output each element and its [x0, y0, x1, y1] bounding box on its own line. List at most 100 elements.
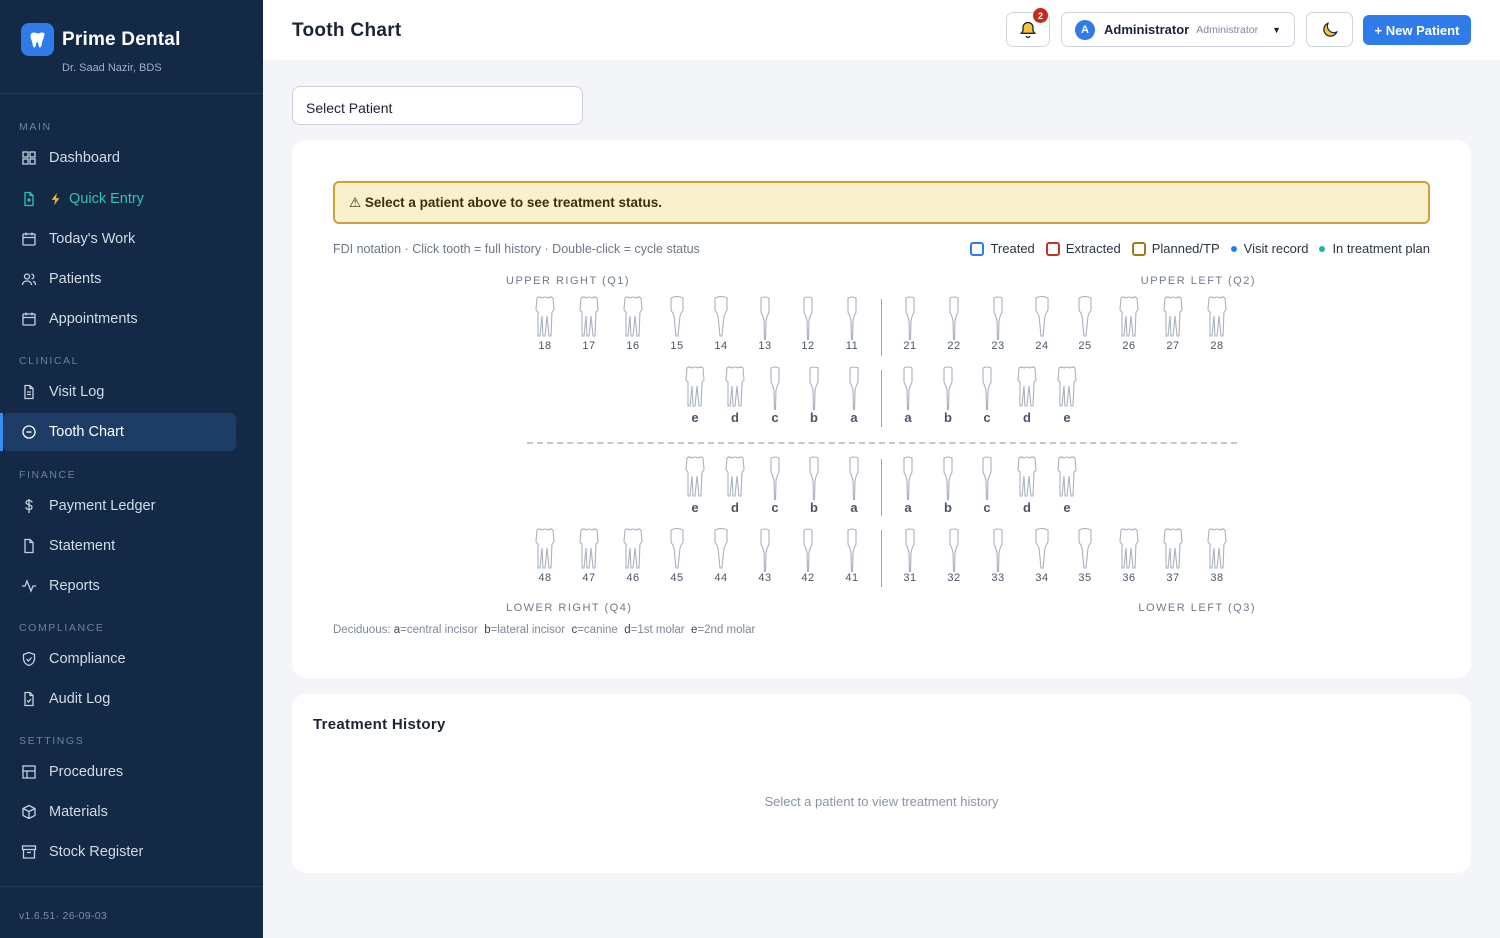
- sidebar-item-procedures[interactable]: Procedures: [3, 753, 236, 791]
- sidebar-item-compliance[interactable]: Compliance: [3, 640, 236, 678]
- user-name: Administrator: [1104, 22, 1190, 37]
- tooth-label: a: [904, 410, 912, 425]
- tooth-12[interactable]: 12: [793, 296, 823, 352]
- deciduous-lower-left-e[interactable]: e: [1052, 456, 1082, 515]
- tooth-22[interactable]: 22: [939, 296, 969, 352]
- sidebar-item-dashboard[interactable]: Dashboard: [3, 139, 236, 177]
- tooth-label: 16: [626, 340, 640, 352]
- tooth-43[interactable]: 43: [750, 528, 780, 584]
- midline-lower-deciduous: [881, 459, 882, 516]
- tooth-11[interactable]: 11: [837, 296, 867, 352]
- sidebar-item-stock-register[interactable]: Stock Register: [3, 833, 236, 871]
- deciduous-upper-left-b[interactable]: b: [933, 366, 963, 425]
- shield-icon: [22, 651, 36, 667]
- tooth-label: 31: [903, 572, 917, 584]
- tooth-15[interactable]: 15: [662, 296, 692, 352]
- tooth-25[interactable]: 25: [1070, 296, 1100, 352]
- tooth-34[interactable]: 34: [1027, 528, 1057, 584]
- tooth-48[interactable]: 48: [530, 528, 560, 584]
- deciduous-upper-right-d[interactable]: d: [720, 366, 750, 425]
- legend-treated: Treated: [970, 241, 1035, 256]
- deciduous-upper-left-c[interactable]: c: [972, 366, 1002, 425]
- deciduous-lower-right-b[interactable]: b: [799, 456, 829, 515]
- calendar-icon: [22, 312, 36, 326]
- document-icon: [24, 384, 34, 400]
- tooth-27[interactable]: 27: [1158, 296, 1188, 352]
- tooth-icon: [720, 456, 750, 500]
- layout-icon: [22, 765, 36, 779]
- tooth-24[interactable]: 24: [1027, 296, 1057, 352]
- sidebar-item-todays-work[interactable]: Today's Work: [3, 220, 236, 258]
- sidebar-item-visit-log[interactable]: Visit Log: [3, 373, 236, 411]
- tooth-46[interactable]: 46: [618, 528, 648, 584]
- tooth-31[interactable]: 31: [895, 528, 925, 584]
- deciduous-upper-right-e[interactable]: e: [680, 366, 710, 425]
- sidebar-item-appointments[interactable]: Appointments: [3, 300, 236, 338]
- sidebar-item-materials[interactable]: Materials: [3, 793, 236, 831]
- user-menu-button[interactable]: A Administrator Administrator ▼: [1061, 12, 1295, 47]
- tooth-13[interactable]: 13: [750, 296, 780, 352]
- tooth-45[interactable]: 45: [662, 528, 692, 584]
- sidebar-item-audit-log[interactable]: Audit Log: [3, 680, 236, 718]
- deciduous-upper-left-a[interactable]: a: [893, 366, 923, 425]
- tooth-label: 21: [903, 340, 917, 352]
- deciduous-lower-left-d[interactable]: d: [1012, 456, 1042, 515]
- tooth-icon: [1012, 366, 1042, 410]
- tooth-label: e: [691, 410, 699, 425]
- tooth-42[interactable]: 42: [793, 528, 823, 584]
- cube-icon: [22, 804, 36, 820]
- tooth-label: a: [850, 410, 858, 425]
- quadrant-label-q4: LOWER RIGHT (Q4): [506, 602, 633, 614]
- sidebar-item-payment-ledger[interactable]: Payment Ledger: [3, 487, 236, 525]
- key-e-desc: =2nd molar: [697, 624, 756, 636]
- tooth-label: 15: [670, 340, 684, 352]
- tooth-44[interactable]: 44: [706, 528, 736, 584]
- sidebar-item-statement[interactable]: Statement: [3, 527, 236, 565]
- tooth-41[interactable]: 41: [837, 528, 867, 584]
- tooth-17[interactable]: 17: [574, 296, 604, 352]
- patient-select[interactable]: Select Patient: [292, 86, 583, 125]
- deciduous-lower-right-d[interactable]: d: [720, 456, 750, 515]
- sidebar-item-reports[interactable]: Reports: [3, 567, 236, 605]
- tooth-47[interactable]: 47: [574, 528, 604, 584]
- sidebar-item-tooth-chart[interactable]: Tooth Chart: [3, 413, 236, 451]
- tooth-21[interactable]: 21: [895, 296, 925, 352]
- deciduous-key: Deciduous: a=central incisor b=lateral i…: [333, 624, 755, 636]
- deciduous-upper-left-e[interactable]: e: [1052, 366, 1082, 425]
- tooth-18[interactable]: 18: [530, 296, 560, 352]
- tooth-label: 25: [1078, 340, 1092, 352]
- tooth-28[interactable]: 28: [1202, 296, 1232, 352]
- top-header: Tooth Chart A Administrator Administrato…: [263, 0, 1500, 60]
- deciduous-upper-left-d[interactable]: d: [1012, 366, 1042, 425]
- sidebar-item-quick-entry[interactable]: Quick Entry: [3, 180, 236, 218]
- deciduous-lower-right-c[interactable]: c: [760, 456, 790, 515]
- deciduous-lower-left-b[interactable]: b: [933, 456, 963, 515]
- tooth-37[interactable]: 37: [1158, 528, 1188, 584]
- tooth-label: 41: [845, 572, 859, 584]
- deciduous-upper-right-a[interactable]: a: [839, 366, 869, 425]
- deciduous-upper-right-c[interactable]: c: [760, 366, 790, 425]
- activity-icon: [22, 579, 36, 593]
- deciduous-lower-left-c[interactable]: c: [972, 456, 1002, 515]
- deciduous-upper-right-b[interactable]: b: [799, 366, 829, 425]
- sidebar-divider: [0, 886, 263, 887]
- tooth-33[interactable]: 33: [983, 528, 1013, 584]
- tooth-35[interactable]: 35: [1070, 528, 1100, 584]
- tooth-label: 12: [801, 340, 815, 352]
- sidebar-item-patients[interactable]: Patients: [3, 260, 236, 298]
- sidebar-item-label: Dashboard: [49, 150, 120, 166]
- tooth-32[interactable]: 32: [939, 528, 969, 584]
- tooth-23[interactable]: 23: [983, 296, 1013, 352]
- deciduous-lower-right-a[interactable]: a: [839, 456, 869, 515]
- tooth-36[interactable]: 36: [1114, 528, 1144, 584]
- deciduous-lower-left-a[interactable]: a: [893, 456, 923, 515]
- tooth-14[interactable]: 14: [706, 296, 736, 352]
- tooth-38[interactable]: 38: [1202, 528, 1232, 584]
- new-patient-button[interactable]: + New Patient: [1363, 15, 1471, 45]
- tooth-16[interactable]: 16: [618, 296, 648, 352]
- tooth-label: a: [850, 500, 858, 515]
- theme-toggle-button[interactable]: [1306, 12, 1353, 47]
- deciduous-lower-right-e[interactable]: e: [680, 456, 710, 515]
- tooth-label: 38: [1210, 572, 1224, 584]
- tooth-26[interactable]: 26: [1114, 296, 1144, 352]
